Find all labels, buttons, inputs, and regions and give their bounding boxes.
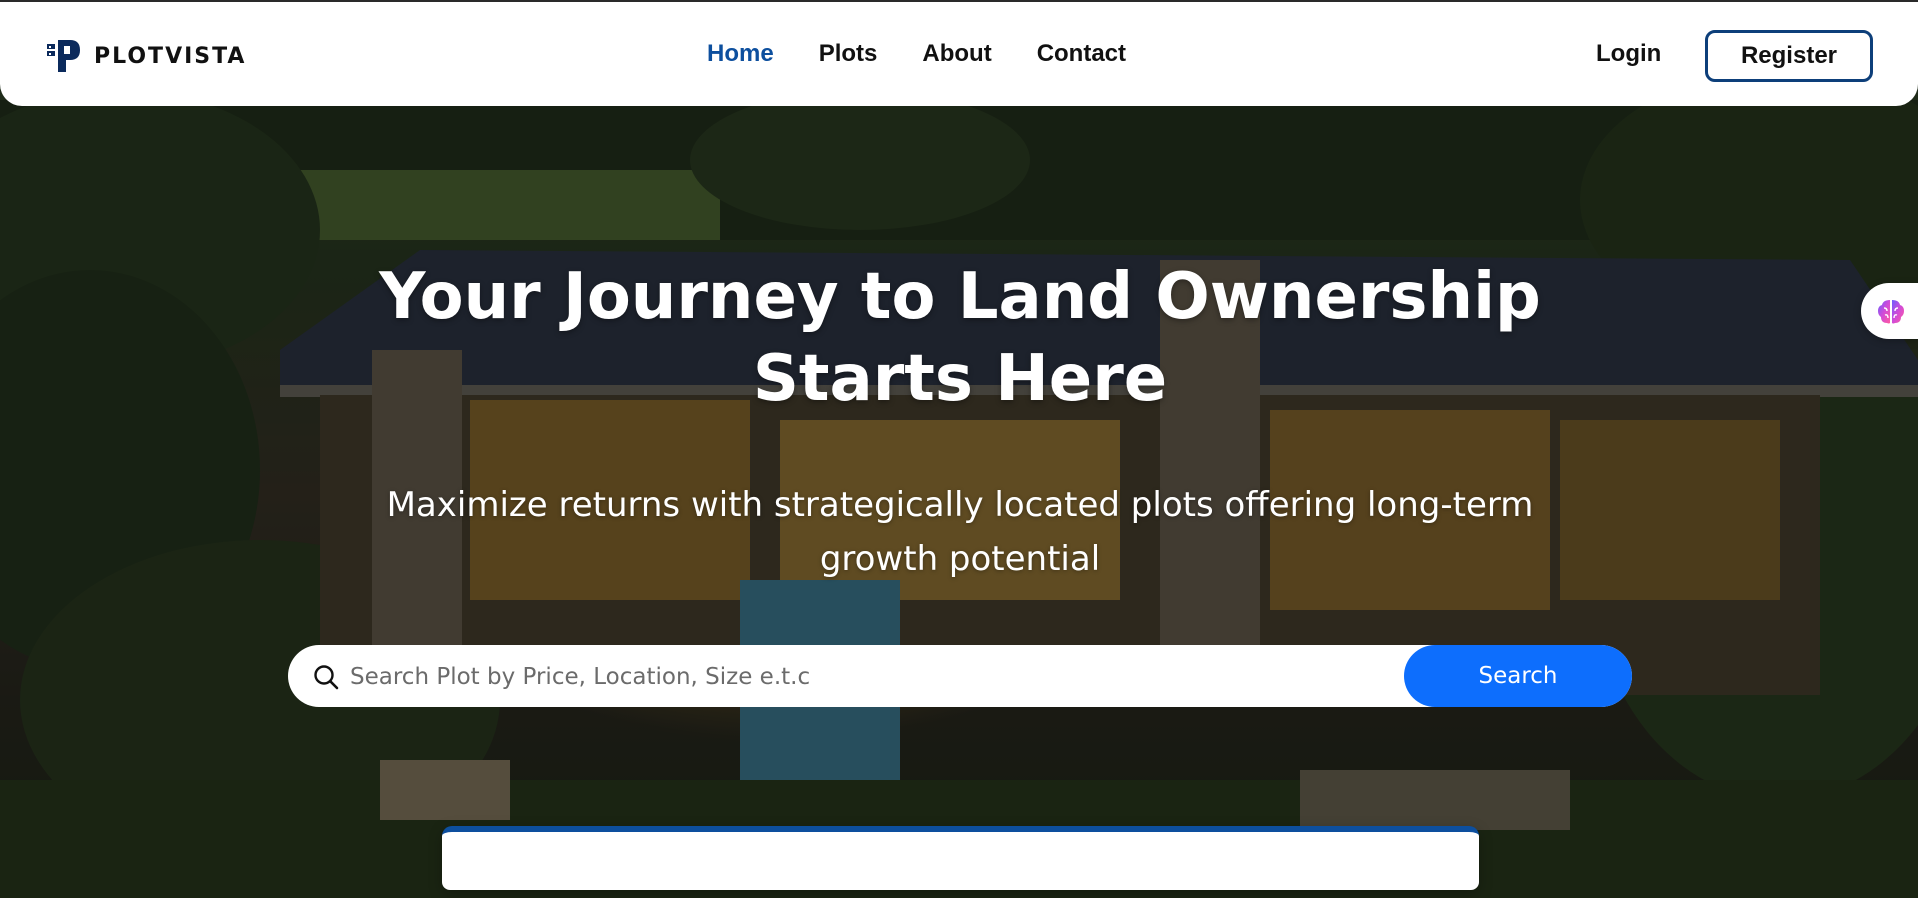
brand[interactable]: PLOTVISTA xyxy=(44,36,246,76)
hero-subtitle-line-1: Maximize returns with strategically loca… xyxy=(386,485,1534,525)
top-navbar: PLOTVISTA Home Plots About Contact Login… xyxy=(0,0,1918,106)
hero-background xyxy=(0,0,1918,898)
content-card-top-edge xyxy=(442,826,1479,890)
plotvista-logo-icon xyxy=(47,40,80,72)
hero-subtitle: Maximize returns with strategically loca… xyxy=(340,478,1580,586)
nav-link-contact[interactable]: Contact xyxy=(1037,40,1126,68)
login-link[interactable]: Login xyxy=(1596,40,1661,68)
hero-title-line-1: Your Journey to Land Ownership xyxy=(379,260,1541,334)
search-button[interactable]: Search xyxy=(1404,645,1632,707)
hero-subtitle-line-2: growth potential xyxy=(819,539,1101,579)
search-bar: Search xyxy=(288,645,1632,709)
nav-link-about[interactable]: About xyxy=(922,40,991,68)
hero-title: Your Journey to Land Ownership Starts He… xyxy=(300,256,1620,420)
brand-name: PLOTVISTA xyxy=(94,43,247,69)
search-icon xyxy=(314,665,339,690)
hero-title-line-2: Starts Here xyxy=(752,342,1168,416)
register-button[interactable]: Register xyxy=(1705,30,1873,82)
main-nav: Home Plots About Contact xyxy=(707,40,1126,68)
floating-assistant-button[interactable] xyxy=(1861,283,1918,339)
search-input[interactable] xyxy=(348,645,1372,709)
nav-link-home[interactable]: Home xyxy=(707,40,774,68)
brain-icon xyxy=(1878,300,1904,324)
hero-dark-overlay xyxy=(0,0,1918,898)
nav-link-plots[interactable]: Plots xyxy=(819,40,878,68)
